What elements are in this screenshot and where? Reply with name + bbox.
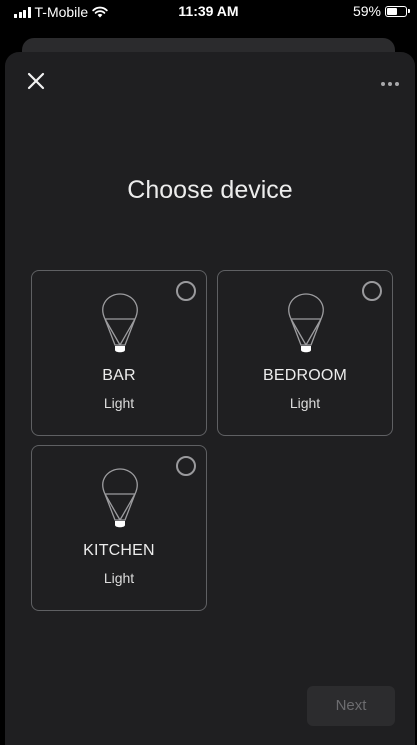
- device-type: Light: [103, 570, 135, 586]
- device-type: Light: [103, 395, 135, 411]
- device-card-bedroom[interactable]: BEDROOM Light: [217, 270, 393, 436]
- status-right: 59%: [352, 3, 410, 19]
- next-button[interactable]: Next: [307, 686, 395, 726]
- device-radio[interactable]: [362, 281, 382, 301]
- battery-icon: [385, 5, 410, 17]
- light-bulb-icon: [288, 293, 324, 353]
- more-options-button[interactable]: [379, 76, 401, 86]
- page-title: Choose device: [127, 176, 293, 204]
- device-type: Light: [289, 395, 321, 411]
- close-button[interactable]: [25, 70, 47, 92]
- device-radio[interactable]: [176, 456, 196, 476]
- light-bulb-icon: [102, 468, 138, 528]
- device-card-kitchen[interactable]: KITCHEN Light: [31, 445, 207, 611]
- close-icon: [27, 72, 45, 90]
- device-name: BAR: [102, 367, 136, 384]
- device-name: BEDROOM: [262, 367, 348, 384]
- battery-percent: 59%: [352, 3, 381, 19]
- more-options-icon: [381, 82, 399, 86]
- device-radio[interactable]: [176, 281, 196, 301]
- device-name: KITCHEN: [83, 542, 155, 559]
- status-bar: T-Mobile 11:39 AM 59%: [0, 0, 417, 22]
- light-bulb-icon: [102, 293, 138, 353]
- battery-level: [387, 7, 397, 15]
- device-picker-sheet: Choose device BAR Light BEDROOM Light KI…: [5, 52, 415, 745]
- device-card-bar[interactable]: BAR Light: [31, 270, 207, 436]
